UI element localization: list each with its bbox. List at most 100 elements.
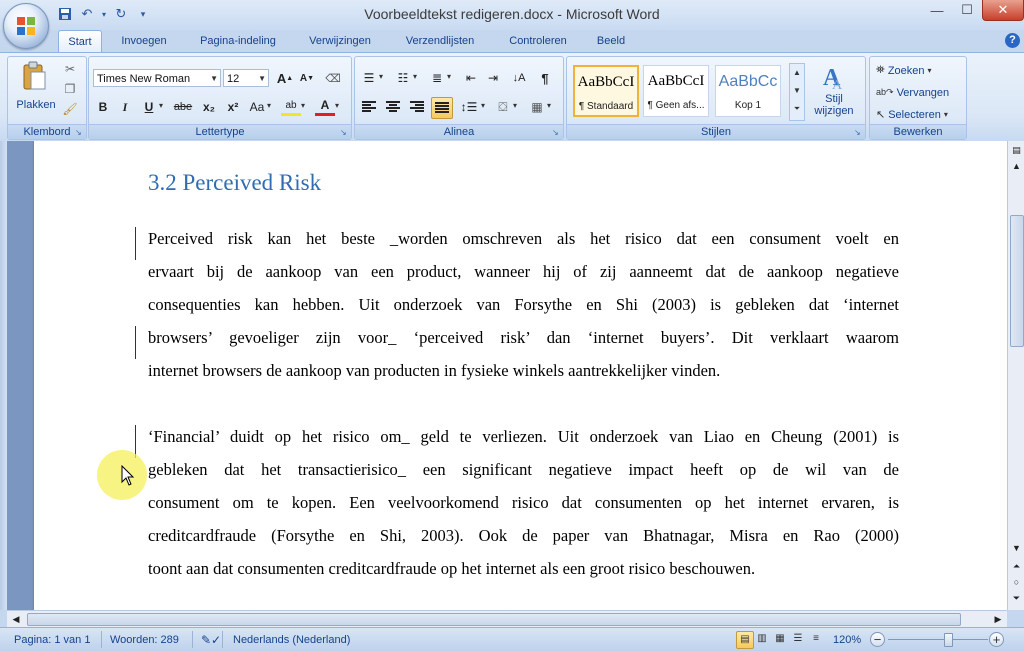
borders-dropdown-icon[interactable]: ▾ xyxy=(547,101,551,110)
scroll-up-icon[interactable]: ▲ xyxy=(1009,159,1024,174)
highlight-button[interactable]: ab xyxy=(281,97,301,116)
superscript-button[interactable]: x² xyxy=(223,97,243,117)
office-button[interactable] xyxy=(3,3,49,49)
undo-dropdown-icon[interactable]: ▾ xyxy=(100,5,108,23)
align-left-icon[interactable] xyxy=(359,97,379,117)
multilevel-list-icon[interactable]: ≣ xyxy=(427,68,447,88)
web-layout-icon[interactable]: ▦ xyxy=(772,631,788,647)
scroll-down-icon[interactable]: ▼ xyxy=(1009,541,1024,556)
chevron-up-icon[interactable]: ▲ xyxy=(790,64,804,82)
tab-beeld[interactable]: Beeld xyxy=(588,30,634,52)
redo-icon[interactable]: ↻ xyxy=(112,5,130,23)
show-formatting-button[interactable]: ¶ xyxy=(535,68,555,88)
help-icon[interactable]: ? xyxy=(1005,33,1020,48)
cut-icon[interactable]: ✂ xyxy=(60,59,80,79)
font-family-box[interactable]: Times New Roman ▼ xyxy=(93,69,221,87)
paste-button[interactable]: Plakken xyxy=(14,59,56,119)
customize-qat-icon[interactable]: ▾ xyxy=(134,5,152,23)
tab-controleren[interactable]: Controleren xyxy=(498,30,578,52)
ruler-toggle-icon[interactable]: ▤ xyxy=(1009,143,1024,158)
tab-pagina-indeling[interactable]: Pagina-indeling xyxy=(190,30,286,52)
font-color-button[interactable]: A xyxy=(315,97,335,116)
line-spacing-dropdown-icon[interactable]: ▾ xyxy=(481,101,485,110)
font-launcher-icon[interactable]: ↘ xyxy=(340,128,349,137)
justify-icon[interactable] xyxy=(431,97,453,119)
style-geen-afstand[interactable]: AaBbCcI ¶ Geen afs... xyxy=(643,65,709,117)
paragraph-launcher-icon[interactable]: ↘ xyxy=(552,128,561,137)
word-count[interactable]: Woorden: 289 xyxy=(110,632,179,648)
zoom-in-button[interactable]: + xyxy=(989,632,1004,647)
scroll-left-icon[interactable]: ◀ xyxy=(9,612,23,626)
more-styles-icon[interactable]: ⏷ xyxy=(790,100,804,118)
strikethrough-button[interactable]: abe xyxy=(173,97,193,117)
line-spacing-icon[interactable]: ↕☰ xyxy=(459,97,479,117)
highlight-dropdown-icon[interactable]: ▾ xyxy=(301,101,305,110)
clipboard-launcher-icon[interactable]: ↘ xyxy=(75,128,84,137)
tab-start[interactable]: Start xyxy=(58,30,102,53)
bold-button[interactable]: B xyxy=(93,97,113,117)
horizontal-scrollbar[interactable]: ◀ ▶ xyxy=(7,610,1007,627)
align-center-icon[interactable] xyxy=(383,97,403,117)
draft-icon[interactable]: ≡ xyxy=(808,631,824,647)
chevron-down-icon[interactable]: ▼ xyxy=(790,82,804,100)
bullets-dropdown-icon[interactable]: ▾ xyxy=(379,72,383,81)
paragraph-1[interactable]: Perceived risk kan het beste _worden oms… xyxy=(148,222,899,387)
numbering-dropdown-icon[interactable]: ▾ xyxy=(413,72,417,81)
style-kop-1[interactable]: AaBbCc Kop 1 xyxy=(715,65,781,117)
minimize-button[interactable]: — xyxy=(922,0,952,20)
full-screen-reading-icon[interactable]: ▥ xyxy=(754,631,770,647)
scroll-right-icon[interactable]: ▶ xyxy=(991,612,1005,626)
clear-formatting-icon[interactable]: ⌫ xyxy=(323,68,343,88)
underline-dropdown-icon[interactable]: ▾ xyxy=(159,101,163,110)
language-indicator[interactable]: Nederlands (Nederland) xyxy=(233,632,350,648)
vertical-scrollbar[interactable]: ▤ ▲ ▼ ⏶ ○ ⏷ xyxy=(1007,141,1024,610)
tab-verzendlijsten[interactable]: Verzendlijsten xyxy=(394,30,486,52)
decrease-indent-icon[interactable]: ⇤ xyxy=(461,68,481,88)
increase-indent-icon[interactable]: ⇥ xyxy=(483,68,503,88)
vertical-scroll-thumb[interactable] xyxy=(1010,215,1024,347)
shading-dropdown-icon[interactable]: ▾ xyxy=(513,101,517,110)
document-page[interactable]: 3.2 Perceived Risk Perceived risk kan he… xyxy=(34,141,1007,610)
previous-page-icon[interactable]: ⏶ xyxy=(1009,559,1024,574)
style-standaard[interactable]: AaBbCcI ¶ Standaard xyxy=(573,65,639,117)
close-button[interactable]: ✕ xyxy=(982,0,1024,21)
font-color-dropdown-icon[interactable]: ▾ xyxy=(335,101,339,110)
grow-font-button[interactable]: A ▲ xyxy=(275,68,295,88)
borders-icon[interactable]: ▦ xyxy=(527,97,547,117)
change-styles-button[interactable]: A A Stijl wijzigen xyxy=(807,61,861,121)
subscript-button[interactable]: x₂ xyxy=(199,97,219,117)
tab-invoegen[interactable]: Invoegen xyxy=(112,30,176,52)
tab-verwijzingen[interactable]: Verwijzingen xyxy=(298,30,382,52)
find-button[interactable]: ⛯ Zoeken ▾ xyxy=(876,62,932,79)
bullets-icon[interactable]: ☰ xyxy=(359,68,379,88)
proofing-icon[interactable]: ✎✓ xyxy=(201,632,221,648)
browse-object-icon[interactable]: ○ xyxy=(1009,575,1024,590)
sort-icon[interactable]: ↓A xyxy=(509,68,529,88)
maximize-button[interactable]: ☐ xyxy=(952,0,982,20)
align-right-icon[interactable] xyxy=(407,97,427,117)
format-painter-icon[interactable]: 🖌 xyxy=(60,99,80,119)
select-button[interactable]: ↖ Selecteren ▾ xyxy=(876,106,948,123)
save-icon[interactable] xyxy=(56,5,74,23)
multilevel-dropdown-icon[interactable]: ▾ xyxy=(447,72,451,81)
change-case-button[interactable]: Aa xyxy=(247,97,267,117)
italic-button[interactable]: I xyxy=(115,97,135,117)
zoom-slider-track[interactable] xyxy=(888,639,988,640)
next-page-icon[interactable]: ⏷ xyxy=(1009,591,1024,606)
paragraph-2[interactable]: ‘Financial’ duidt op het risico om_ geld… xyxy=(148,420,899,585)
font-size-box[interactable]: 12 ▼ xyxy=(223,69,269,87)
copy-icon[interactable]: ❐ xyxy=(60,79,80,99)
numbering-icon[interactable]: ☷ xyxy=(393,68,413,88)
horizontal-scroll-thumb[interactable] xyxy=(27,613,961,626)
section-heading[interactable]: 3.2 Perceived Risk xyxy=(148,170,321,196)
zoom-slider-thumb[interactable] xyxy=(944,633,953,647)
replace-button[interactable]: ab↷ Vervangen xyxy=(876,84,949,101)
styles-launcher-icon[interactable]: ↘ xyxy=(854,128,863,137)
zoom-level[interactable]: 120% xyxy=(833,632,861,648)
change-case-dropdown-icon[interactable]: ▾ xyxy=(267,101,271,110)
zoom-out-button[interactable]: − xyxy=(870,632,885,647)
underline-button[interactable]: U xyxy=(139,97,159,117)
outline-icon[interactable]: ☰ xyxy=(790,631,806,647)
shrink-font-button[interactable]: A ▼ xyxy=(297,68,317,88)
undo-icon[interactable]: ↶ xyxy=(78,5,96,23)
